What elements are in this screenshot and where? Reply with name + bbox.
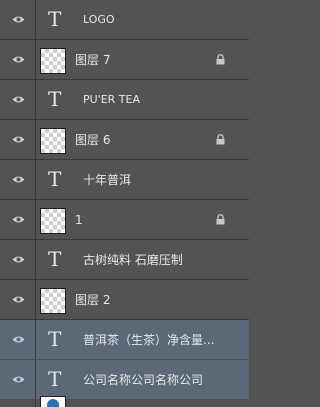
layer-thumbnail <box>40 288 66 314</box>
layer-name[interactable]: 普洱茶（生茶）净含量... <box>83 320 214 360</box>
layer-name[interactable]: PU'ER TEA <box>83 80 140 120</box>
layer-row[interactable]: 图层 7 <box>0 40 249 80</box>
eye-icon <box>12 296 25 303</box>
text-layer-icon: T <box>48 167 62 191</box>
layer-thumbnail <box>40 396 66 407</box>
eye-icon <box>12 256 25 263</box>
layer-thumbnail <box>40 48 66 74</box>
visibility-toggle[interactable] <box>0 360 36 399</box>
layer-name[interactable]: 古树纯料 石磨压制 <box>83 240 183 280</box>
layer-name[interactable]: LOGO <box>83 0 115 40</box>
visibility-toggle[interactable] <box>0 0 36 39</box>
text-layer-icon: T <box>48 247 62 271</box>
layer-row[interactable]: 图层 6 <box>0 120 249 160</box>
text-layer-icon: T <box>48 87 62 111</box>
visibility-toggle[interactable] <box>0 240 36 279</box>
eye-icon <box>12 176 25 183</box>
layer-name[interactable]: 图层 2 <box>75 280 110 320</box>
layer-row[interactable]: T 普洱茶（生茶）净含量... <box>0 320 249 360</box>
text-layer-icon: T <box>48 367 62 391</box>
layer-thumbnail <box>40 128 66 154</box>
layer-name[interactable]: 公司名称公司名称公司 <box>83 360 203 400</box>
visibility-toggle[interactable] <box>0 400 36 407</box>
eye-icon <box>12 16 25 23</box>
layer-row[interactable]: T LOGO <box>0 0 249 40</box>
text-layer-icon: T <box>48 7 62 31</box>
visibility-toggle[interactable] <box>0 120 36 159</box>
layer-row[interactable]: T PU'ER TEA <box>0 80 249 120</box>
eye-icon <box>12 216 25 223</box>
layer-name[interactable]: 1 <box>75 200 83 240</box>
visibility-toggle[interactable] <box>0 160 36 199</box>
globe-icon <box>47 399 59 407</box>
visibility-toggle[interactable] <box>0 200 36 239</box>
visibility-toggle[interactable] <box>0 40 36 79</box>
layers-panel: T LOGO 图层 7 T PU'ER TEA 图层 6 T 十年普洱 1 T … <box>0 0 249 407</box>
layer-row[interactable]: 图层 2 <box>0 280 249 320</box>
lock-icon[interactable] <box>216 54 225 65</box>
eye-icon <box>12 336 25 343</box>
layer-name[interactable]: 图层 7 <box>75 40 110 80</box>
layer-name[interactable]: 图层 6 <box>75 120 110 160</box>
layer-row[interactable]: T 十年普洱 <box>0 160 249 200</box>
lock-icon[interactable] <box>216 134 225 145</box>
layer-row[interactable]: 1 <box>0 200 249 240</box>
layer-row[interactable]: T 古树纯料 石磨压制 <box>0 240 249 280</box>
eye-icon <box>12 56 25 63</box>
visibility-toggle[interactable] <box>0 320 36 359</box>
layer-name[interactable]: 十年普洱 <box>83 160 131 200</box>
visibility-toggle[interactable] <box>0 280 36 319</box>
visibility-toggle[interactable] <box>0 80 36 119</box>
eye-icon <box>12 136 25 143</box>
lock-icon[interactable] <box>216 214 225 225</box>
text-layer-icon: T <box>48 327 62 351</box>
eye-icon <box>12 376 25 383</box>
layer-thumbnail <box>40 208 66 234</box>
layer-row[interactable]: T 公司名称公司名称公司 <box>0 360 249 400</box>
eye-icon <box>12 96 25 103</box>
